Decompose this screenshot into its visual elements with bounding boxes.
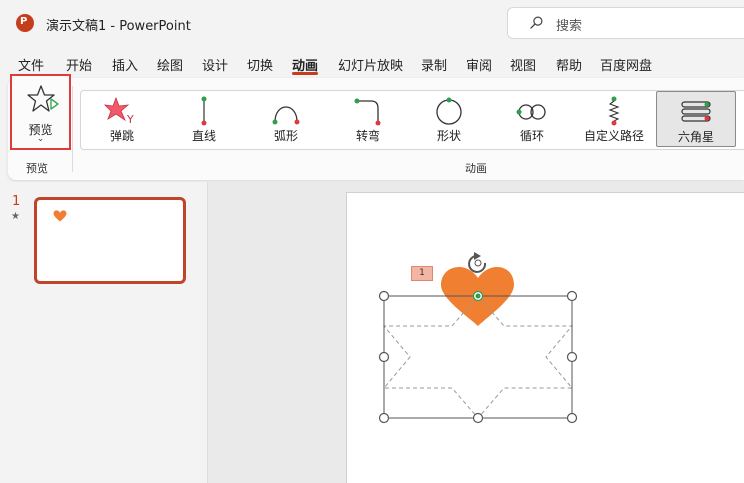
selected-shape[interactable] [370,248,590,428]
heart-icon [53,210,67,222]
arc-path-icon [272,106,300,125]
tab-view[interactable]: 视图 [510,55,536,74]
animation-turn-path[interactable]: 转弯 [332,91,404,149]
animation-hexagram-path[interactable]: 六角星 [656,91,736,147]
animation-custom-path[interactable]: 自定义路径 [578,91,650,149]
tab-draw[interactable]: 绘图 [157,55,183,74]
animation-label: 弧形 [273,129,298,143]
tab-slideshow[interactable]: 幻灯片放映 [338,55,403,74]
chevron-down-icon[interactable]: ⌄ [12,134,69,144]
preview-group-label: 预览 [26,162,48,175]
animation-label: 转弯 [355,129,380,143]
ribbon-group-divider [72,86,73,172]
document-title: 演示文稿1 - PowerPoint [46,19,191,34]
animation-group-label: 动画 [465,162,487,175]
animation-label: 弹跳 [109,129,134,143]
animation-loop-path[interactable]: 循环 [496,91,568,149]
svg-text:Y: Y [126,113,134,126]
animation-indicator-star-icon: ★ [11,211,20,222]
path-start-point [475,293,481,299]
tab-transitions[interactable]: 切换 [247,55,273,74]
shape-path-icon [436,97,462,125]
tab-design[interactable]: 设计 [202,55,228,74]
search-input[interactable]: 搜索 [507,7,744,39]
powerpoint-logo-icon: P [16,14,37,32]
tab-help[interactable]: 帮助 [556,55,582,74]
turn-path-icon [354,98,381,126]
tab-file[interactable]: 文件 [18,55,44,74]
animation-label: 循环 [519,129,544,143]
search-placeholder: 搜索 [556,19,583,34]
tab-record[interactable]: 录制 [421,55,447,74]
tab-baidu-netdisk[interactable]: 百度网盘 [600,55,652,74]
slide-thumbnail[interactable] [34,197,186,284]
loop-path-icon [516,104,546,120]
animation-shape-path[interactable]: 形状 [413,91,485,149]
rotate-handle-icon[interactable] [468,252,487,273]
tab-home[interactable]: 开始 [66,55,92,74]
bounce-icon: Y [104,96,134,126]
animation-line-path[interactable]: 直线 [168,91,240,149]
preview-button[interactable]: 预览 ⌄ [10,74,71,150]
animation-label: 形状 [436,129,461,143]
animation-arc-path[interactable]: 弧形 [250,91,322,149]
hexagram-path-icon [681,101,711,122]
tab-review[interactable]: 审阅 [466,55,492,74]
title-bar: P 演示文稿1 - PowerPoint 搜索 [0,0,744,46]
animation-bounce[interactable]: Y 弹跳 [86,91,158,149]
search-icon [530,16,543,29]
animation-label: 自定义路径 [583,129,644,143]
custom-path-icon [608,96,620,126]
ribbon-tabs: 文件 开始 插入 绘图 设计 切换 动画 幻灯片放映 录制 审阅 视图 帮助 百… [0,50,744,78]
tab-insert[interactable]: 插入 [112,55,138,74]
line-path-icon [201,96,207,126]
preview-star-icon [27,85,59,112]
animation-label: 直线 [191,129,216,143]
active-tab-indicator [292,72,318,75]
slide-number: 1 [12,194,21,209]
animation-label: 六角星 [677,130,714,144]
